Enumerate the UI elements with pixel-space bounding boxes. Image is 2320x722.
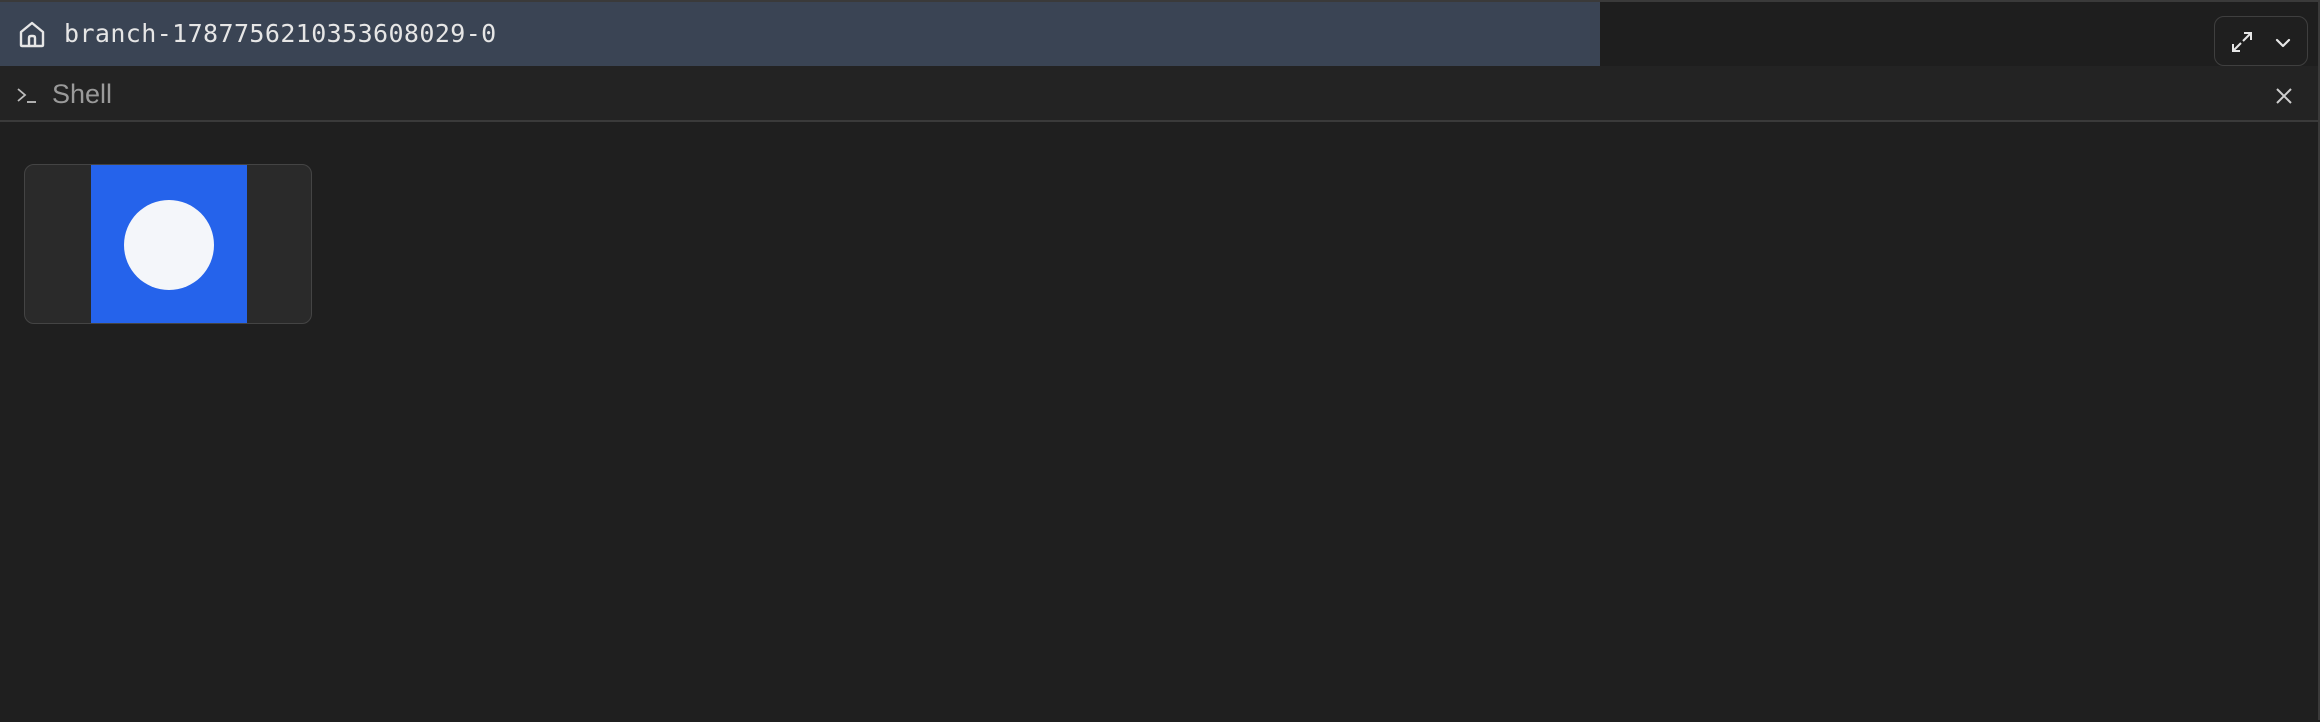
shell-title: Shell xyxy=(52,79,113,109)
thumbnail-preview xyxy=(91,165,247,323)
view-controls[interactable] xyxy=(2214,16,2308,66)
app-window: branch-1787756210353608029-0 Shell xyxy=(0,0,2320,722)
branch-tab[interactable]: branch-1787756210353608029-0 xyxy=(0,2,1600,66)
branch-name: branch-1787756210353608029-0 xyxy=(64,19,497,48)
shell-content xyxy=(0,122,2318,722)
shell-panel-header: Shell xyxy=(0,66,2318,122)
shell-thumbnail[interactable] xyxy=(24,164,312,324)
expand-icon[interactable] xyxy=(2229,29,2255,55)
terminal-prompt-icon xyxy=(16,84,38,106)
top-bar: branch-1787756210353608029-0 xyxy=(0,2,2318,66)
record-circle-icon xyxy=(124,200,214,290)
home-icon[interactable] xyxy=(16,18,48,50)
close-icon[interactable] xyxy=(2272,84,2296,108)
chevron-down-icon[interactable] xyxy=(2271,31,2295,55)
